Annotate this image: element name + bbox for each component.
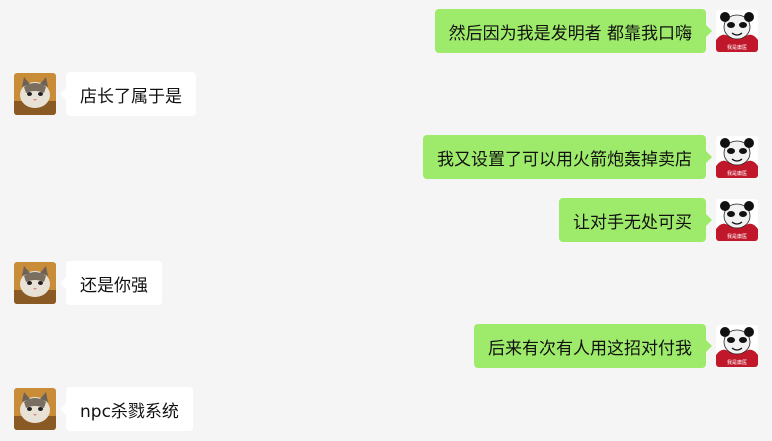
avatar-caption: 我是庸医 <box>727 44 747 51</box>
message-row-outgoing: 后来有次有人用这招对付我 我是庸医 <box>474 324 758 368</box>
panda-meme-avatar[interactable]: 我是庸医 <box>716 199 758 241</box>
message-row-incoming: 还是你强 <box>14 261 162 305</box>
message-bubble[interactable]: 我又设置了可以用火箭炮轰掉卖店 <box>423 135 712 179</box>
panda-meme-avatar[interactable]: 我是庸医 <box>716 325 758 367</box>
message-bubble[interactable]: npc杀戮系统 <box>60 387 193 431</box>
message-bubble[interactable]: 然后因为我是发明者 都靠我口嗨 <box>434 9 713 53</box>
cat-avatar[interactable] <box>14 262 56 304</box>
message-row-incoming: 店长了属于是 <box>14 72 196 116</box>
cat-avatar[interactable] <box>14 388 56 430</box>
message-bubble[interactable]: 还是你强 <box>60 261 162 305</box>
avatar-caption: 我是庸医 <box>727 359 747 366</box>
message-bubble[interactable]: 后来有次有人用这招对付我 <box>474 324 712 368</box>
cat-avatar[interactable] <box>14 73 56 115</box>
panda-meme-avatar[interactable]: 我是庸医 <box>716 10 758 52</box>
message-row-incoming: npc杀戮系统 <box>14 387 193 431</box>
message-bubble[interactable]: 让对手无处可买 <box>559 198 712 242</box>
message-row-outgoing: 我又设置了可以用火箭炮轰掉卖店 我是庸医 <box>423 135 758 179</box>
panda-meme-avatar[interactable]: 我是庸医 <box>716 136 758 178</box>
avatar-caption: 我是庸医 <box>727 170 747 177</box>
message-row-outgoing: 然后因为我是发明者 都靠我口嗨 我是庸医 <box>434 9 758 53</box>
message-bubble[interactable]: 店长了属于是 <box>60 72 196 116</box>
avatar-caption: 我是庸医 <box>727 233 747 240</box>
message-row-outgoing: 让对手无处可买 我是庸医 <box>559 198 758 242</box>
